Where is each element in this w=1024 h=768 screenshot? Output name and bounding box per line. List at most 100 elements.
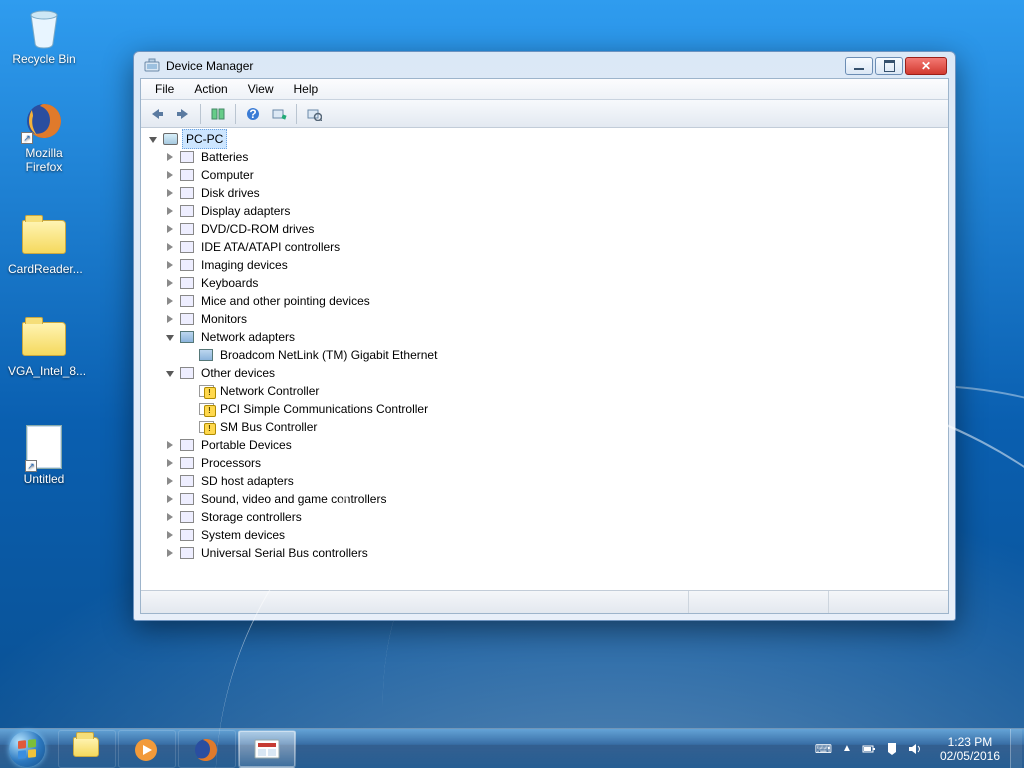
tree-category-node[interactable]: Computer <box>164 166 944 184</box>
tree-category-node[interactable]: SD host adapters <box>164 472 944 490</box>
tree-category-node[interactable]: System devices <box>164 526 944 544</box>
tree-category-node[interactable]: Keyboards <box>164 274 944 292</box>
desktop-icon-label: Untitled <box>6 472 82 486</box>
document-icon: ↗ <box>21 424 67 470</box>
desktop-icon-untitled[interactable]: ↗ Untitled <box>6 424 82 486</box>
desktop-icon-vga[interactable]: VGA_Intel_8... <box>6 316 82 378</box>
tree-node-label: PC-PC <box>182 129 227 149</box>
tray-volume-icon[interactable] <box>908 742 922 756</box>
menu-action[interactable]: Action <box>186 80 235 98</box>
menu-help[interactable]: Help <box>286 80 327 98</box>
tree-expander-icon[interactable] <box>164 187 176 199</box>
tree-category-node[interactable]: Imaging devices <box>164 256 944 274</box>
tree-expander-icon[interactable] <box>164 295 176 307</box>
explorer-icon <box>73 737 101 761</box>
tree-node-label: Other devices <box>199 364 277 382</box>
device-tree[interactable]: PC-PCBatteriesComputerDisk drivesDisplay… <box>141 128 948 591</box>
start-button[interactable] <box>0 729 54 768</box>
tree-category-node[interactable]: Mice and other pointing devices <box>164 292 944 310</box>
menu-view[interactable]: View <box>240 80 282 98</box>
toolbar-scan-button[interactable] <box>267 102 291 126</box>
category-icon <box>179 491 195 507</box>
category-icon <box>179 311 195 327</box>
category-icon <box>179 257 195 273</box>
tree-expander-icon[interactable] <box>164 457 176 469</box>
tree-node-label: DVD/CD-ROM drives <box>199 220 316 238</box>
maximize-button[interactable] <box>875 57 903 75</box>
mmc-icon <box>253 737 281 761</box>
tree-category-node[interactable]: Other devices <box>164 364 944 382</box>
tree-device-node[interactable]: Broadcom NetLink (TM) Gigabit Ethernet <box>183 346 944 364</box>
tree-expander-icon[interactable] <box>164 313 176 325</box>
device-warning-icon <box>198 419 214 435</box>
tree-category-node[interactable]: Processors <box>164 454 944 472</box>
tree-node-label: Computer <box>199 166 256 184</box>
tree-category-node[interactable]: Display adapters <box>164 202 944 220</box>
tree-category-node[interactable]: Disk drives <box>164 184 944 202</box>
minimize-button[interactable] <box>845 57 873 75</box>
category-icon <box>179 473 195 489</box>
toolbar-help-button[interactable]: ? <box>241 102 265 126</box>
toolbar: ? <box>141 100 948 128</box>
tree-expander-icon[interactable] <box>164 169 176 181</box>
category-icon <box>179 239 195 255</box>
tree-category-node[interactable]: IDE ATA/ATAPI controllers <box>164 238 944 256</box>
tree-expander-icon[interactable] <box>164 151 176 163</box>
tree-expander-icon[interactable] <box>164 331 176 343</box>
tree-category-node[interactable]: Sound, video and game controllers <box>164 490 944 508</box>
tree-expander-icon[interactable] <box>164 241 176 253</box>
tree-category-node[interactable]: DVD/CD-ROM drives <box>164 220 944 238</box>
tree-device-node[interactable]: PCI Simple Communications Controller <box>183 400 944 418</box>
tray-battery-icon[interactable] <box>862 742 876 756</box>
tree-expander-icon[interactable] <box>164 547 176 559</box>
tree-expander-icon[interactable] <box>147 133 159 145</box>
tree-expander-icon[interactable] <box>164 529 176 541</box>
tree-category-node[interactable]: Batteries <box>164 148 944 166</box>
tree-category-node[interactable]: Storage controllers <box>164 508 944 526</box>
tree-expander-icon[interactable] <box>164 205 176 217</box>
menu-file[interactable]: File <box>147 80 182 98</box>
taskbar-explorer[interactable] <box>58 730 116 768</box>
toolbar-properties-button[interactable] <box>302 102 326 126</box>
tree-device-node[interactable]: SM Bus Controller <box>183 418 944 436</box>
tray-keyboard-icon[interactable]: ⌨ <box>815 742 832 756</box>
taskbar-firefox[interactable] <box>178 730 236 768</box>
tree-expander-icon[interactable] <box>164 277 176 289</box>
tree-node-label: Broadcom NetLink (TM) Gigabit Ethernet <box>218 346 439 364</box>
toolbar-forward-button[interactable] <box>171 102 195 126</box>
tree-expander-icon[interactable] <box>164 367 176 379</box>
titlebar[interactable]: Device Manager ✕ <box>140 58 949 78</box>
tree-device-node[interactable]: Network Controller <box>183 382 944 400</box>
category-icon <box>179 527 195 543</box>
taskbar-device-manager[interactable] <box>238 730 296 768</box>
tray-clock[interactable]: 1:23 PM 02/05/2016 <box>930 735 1010 763</box>
svg-text:?: ? <box>249 107 256 121</box>
desktop[interactable]: Recycle Bin ↗ Mozilla Firefox CardReader… <box>0 0 1024 768</box>
tree-node-label: IDE ATA/ATAPI controllers <box>199 238 342 256</box>
tree-expander-icon[interactable] <box>164 475 176 487</box>
tray-show-hidden-icon[interactable]: ▲ <box>842 743 852 754</box>
tree-node-label: Imaging devices <box>199 256 290 274</box>
toolbar-back-button[interactable] <box>145 102 169 126</box>
tree-category-node[interactable]: Monitors <box>164 310 944 328</box>
desktop-icon-recycle-bin[interactable]: Recycle Bin <box>6 4 82 66</box>
tree-expander-icon[interactable] <box>164 511 176 523</box>
desktop-icon-label: Mozilla Firefox <box>6 146 82 174</box>
desktop-icon-cardreader[interactable]: CardReader... <box>6 214 82 276</box>
tree-expander-icon[interactable] <box>164 259 176 271</box>
tray-action-center-icon[interactable] <box>886 742 898 756</box>
tree-category-node[interactable]: Portable Devices <box>164 436 944 454</box>
tree-expander-icon[interactable] <box>164 439 176 451</box>
tree-expander-icon[interactable] <box>164 493 176 505</box>
tree-category-node[interactable]: Universal Serial Bus controllers <box>164 544 944 562</box>
tree-expander-icon[interactable] <box>164 223 176 235</box>
taskbar-media-player[interactable] <box>118 730 176 768</box>
category-icon <box>179 455 195 471</box>
desktop-icon-firefox[interactable]: ↗ Mozilla Firefox <box>6 98 82 174</box>
show-desktop-button[interactable] <box>1010 729 1022 768</box>
close-button[interactable]: ✕ <box>905 57 947 75</box>
tree-category-node[interactable]: Network adapters <box>164 328 944 346</box>
category-icon <box>179 545 195 561</box>
tree-root-node[interactable]: PC-PC <box>147 130 944 148</box>
toolbar-show-hidden-button[interactable] <box>206 102 230 126</box>
